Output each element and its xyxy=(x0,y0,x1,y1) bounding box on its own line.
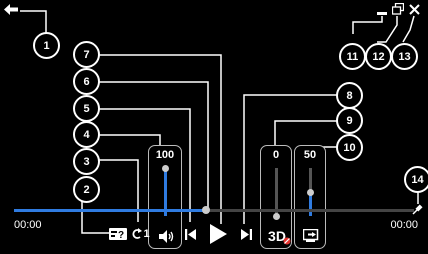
screen-mode-button[interactable] xyxy=(302,228,320,244)
callout-2: 2 xyxy=(73,176,100,203)
balance-value: 0 xyxy=(272,149,280,161)
3d-button[interactable]: 3D xyxy=(263,226,291,246)
volume-icon xyxy=(158,229,173,243)
close-button[interactable] xyxy=(407,2,421,16)
callout-12: 12 xyxy=(365,43,392,70)
back-arrow-icon xyxy=(4,3,18,15)
volume-slider-knob[interactable] xyxy=(161,164,169,172)
speed-value: 50 xyxy=(303,149,317,161)
callout-7: 7 xyxy=(73,41,100,68)
callout-14: 14 xyxy=(404,166,428,193)
volume-slider-panel: 100 xyxy=(148,145,182,249)
pin-button[interactable] xyxy=(410,202,424,216)
callout-3: 3 xyxy=(73,148,100,175)
seek-bar-knob[interactable] xyxy=(202,206,210,214)
callout-13: 13 xyxy=(391,43,418,70)
restore-button[interactable] xyxy=(391,2,405,16)
subtitle-button[interactable]: ? xyxy=(108,227,128,241)
speed-slider-fill xyxy=(308,192,312,216)
next-icon xyxy=(240,228,252,240)
play-button[interactable] xyxy=(207,223,229,245)
balance-slider-panel: 0 3D xyxy=(260,145,292,249)
screen-mode-icon xyxy=(302,229,318,242)
speed-slider-panel: 50 xyxy=(294,145,326,249)
seek-bar-fill xyxy=(14,209,206,212)
callout-8: 8 xyxy=(336,82,363,109)
next-button[interactable] xyxy=(239,227,253,241)
callout-9: 9 xyxy=(336,107,363,134)
repeat-icon xyxy=(132,228,143,239)
close-icon xyxy=(408,3,420,15)
minimize-icon xyxy=(377,12,387,15)
callout-6: 6 xyxy=(73,68,100,95)
callout-10: 10 xyxy=(336,134,363,161)
pin-icon xyxy=(411,203,423,215)
speed-slider-knob[interactable] xyxy=(306,188,314,196)
svg-text:?: ? xyxy=(118,230,124,240)
total-time: 00:00 xyxy=(390,219,418,231)
previous-button[interactable] xyxy=(183,227,197,241)
seek-bar[interactable] xyxy=(14,206,414,214)
repeat-count: 1 xyxy=(143,228,150,240)
repeat-button[interactable]: 1 xyxy=(131,226,151,242)
callout-connectors xyxy=(20,10,419,234)
callout-11: 11 xyxy=(339,43,366,70)
3d-off-badge-icon xyxy=(283,237,291,245)
volume-button[interactable] xyxy=(158,228,174,244)
volume-value: 100 xyxy=(155,149,175,161)
previous-icon xyxy=(184,228,196,240)
media-player: 1 2 3 4 5 6 7 8 9 10 11 12 13 14 100 0 3… xyxy=(0,0,428,254)
callout-5: 5 xyxy=(73,95,100,122)
callout-4: 4 xyxy=(73,121,100,148)
callout-1: 1 xyxy=(33,32,60,59)
balance-slider-knob[interactable] xyxy=(272,212,280,220)
back-button[interactable] xyxy=(2,1,20,17)
restore-icon xyxy=(392,3,404,15)
subtitle-icon: ? xyxy=(109,228,127,240)
play-icon xyxy=(209,224,227,244)
elapsed-time: 00:00 xyxy=(14,219,42,231)
minimize-button[interactable] xyxy=(375,2,389,16)
